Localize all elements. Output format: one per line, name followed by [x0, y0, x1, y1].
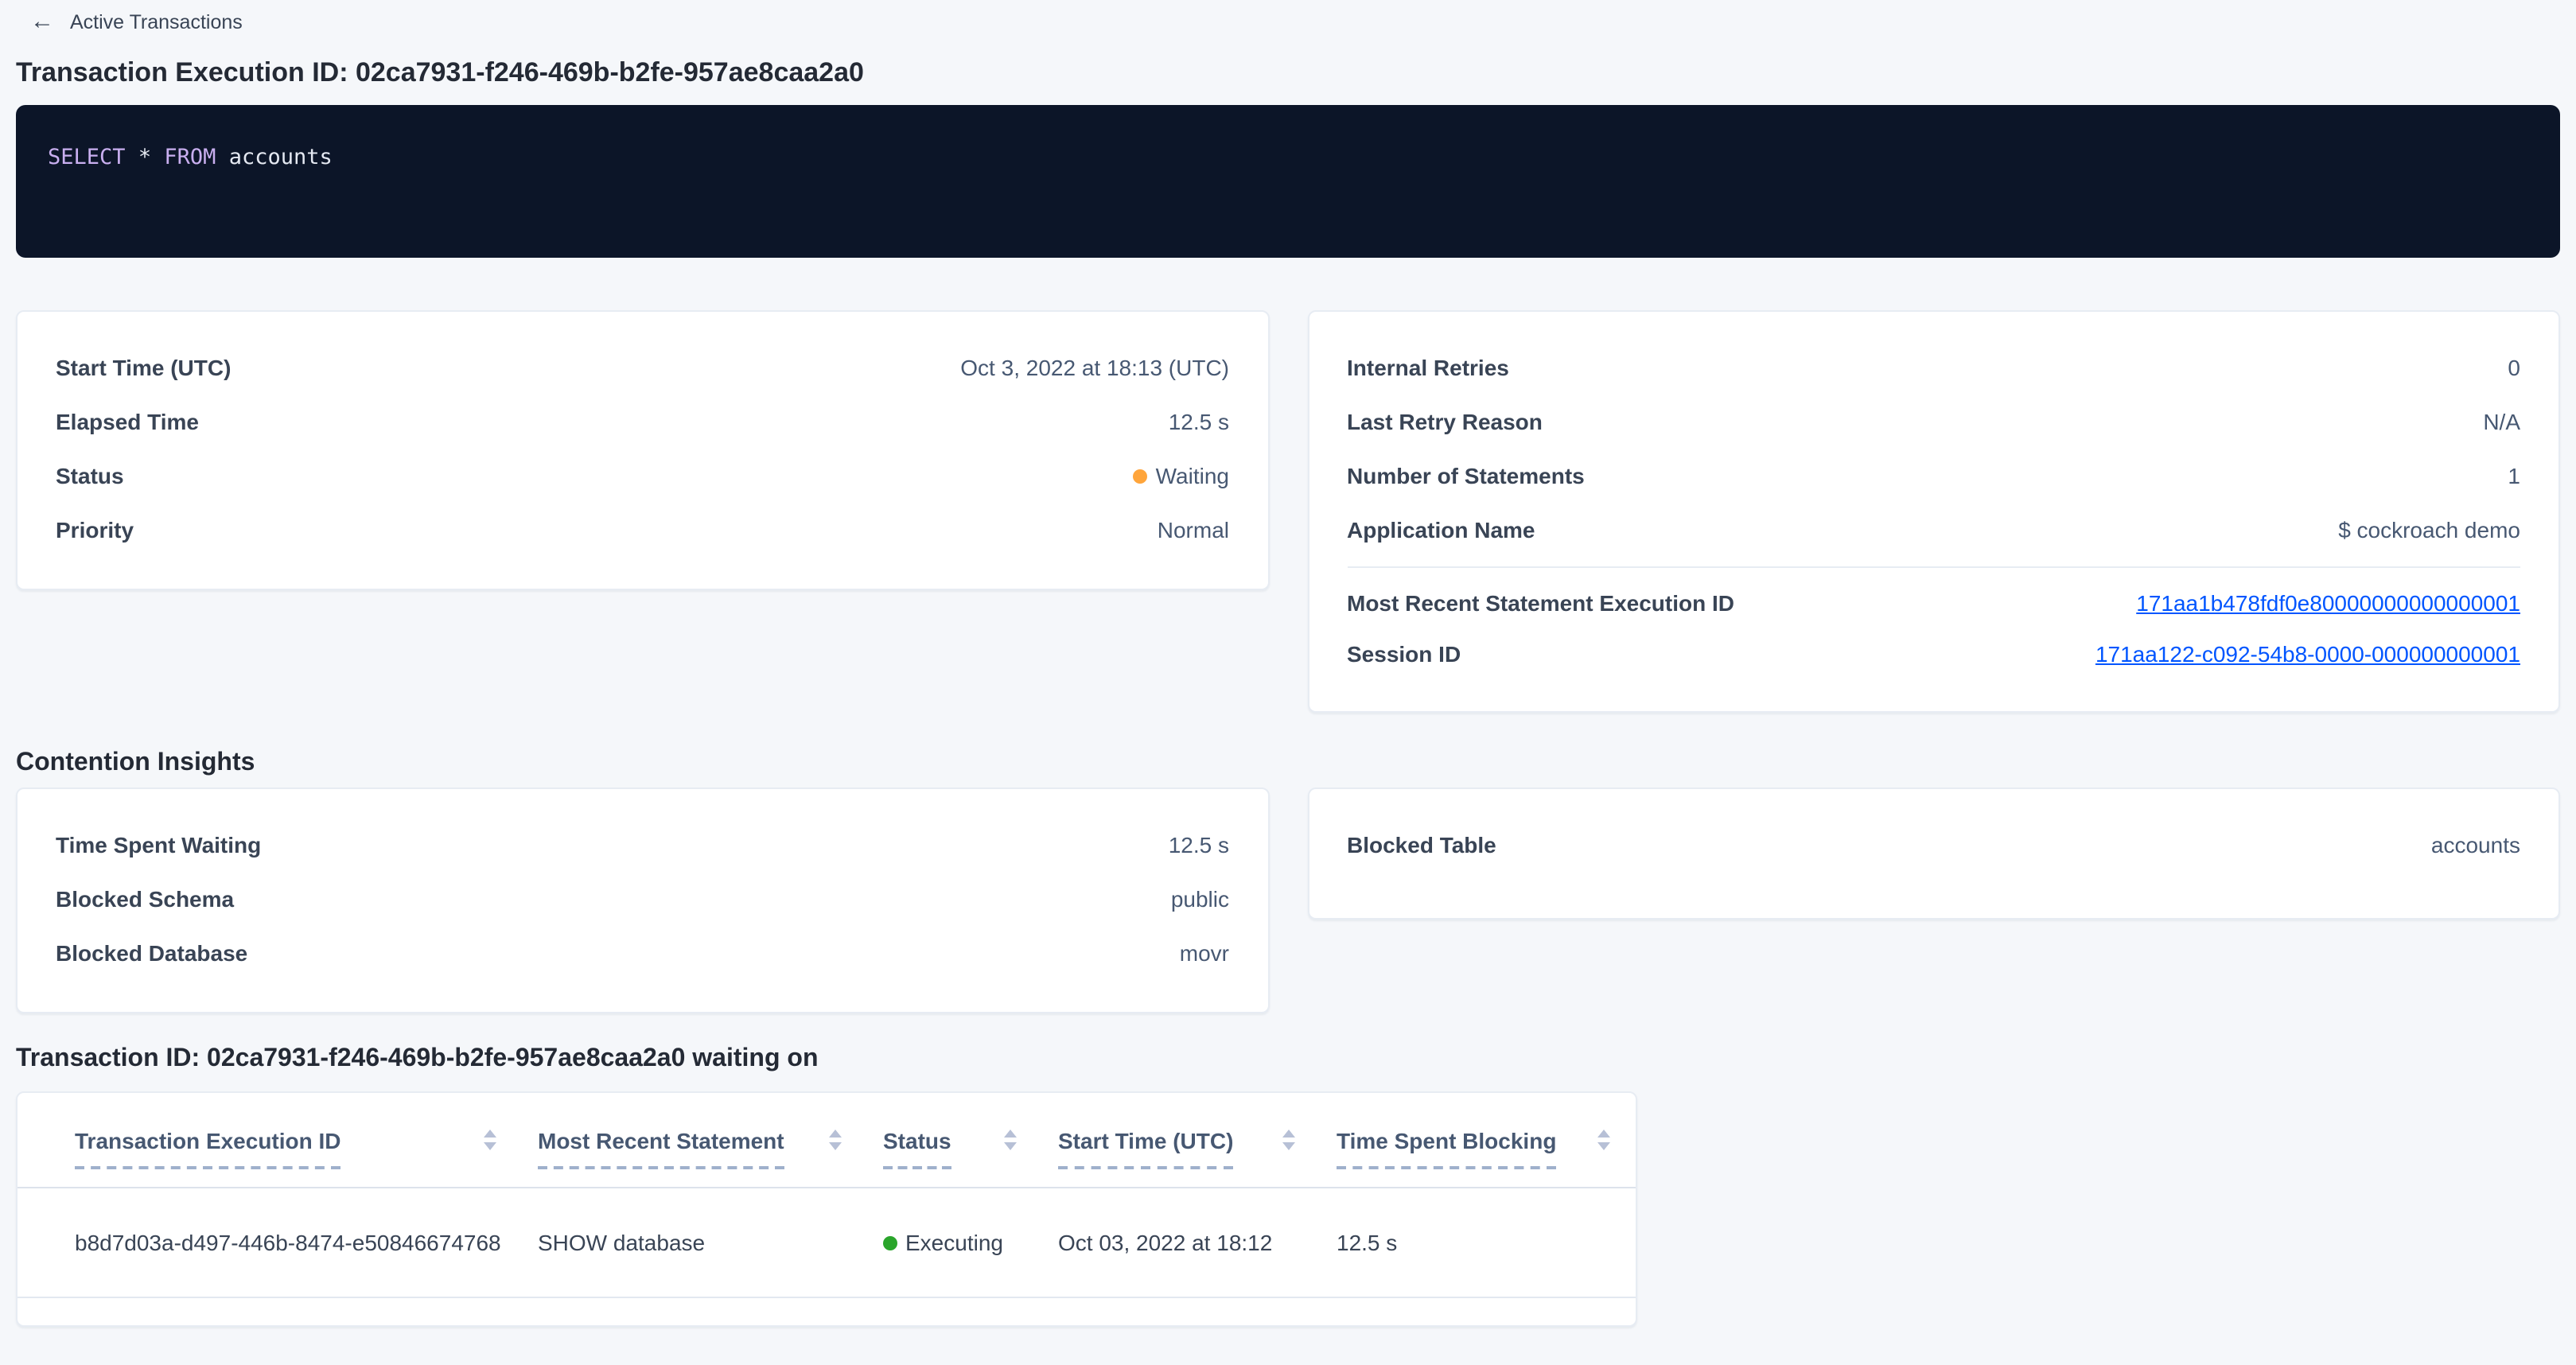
sql-star-operator: *	[138, 145, 151, 170]
card-divider	[1347, 566, 2520, 568]
row-value: 1	[2508, 463, 2520, 488]
sort-up-arrow-icon	[829, 1130, 842, 1138]
sort-icon[interactable]	[1597, 1130, 1610, 1150]
column-header-label: Start Time (UTC)	[1058, 1127, 1233, 1169]
row-value: movr	[1180, 940, 1229, 966]
sort-down-arrow-icon	[1004, 1142, 1017, 1150]
cell-status: Executing	[883, 1230, 1058, 1255]
sql-table-name: accounts	[229, 145, 333, 170]
summary-row-time-spent-waiting: Time Spent Waiting 12.5 s	[56, 818, 1229, 872]
row-value: $ cockroach demo	[2338, 517, 2520, 542]
row-label: Number of Statements	[1347, 463, 1585, 488]
row-label: Blocked Table	[1347, 832, 1496, 858]
column-header-transaction-execution-id[interactable]: Transaction Execution ID	[75, 1093, 538, 1187]
summary-row-last-retry-reason: Last Retry Reason N/A	[1347, 395, 2520, 449]
sort-down-arrow-icon	[829, 1142, 842, 1150]
row-value: Normal	[1158, 517, 1229, 542]
waiting-on-table: Transaction Execution ID Most Recent Sta…	[16, 1091, 1637, 1327]
summary-row-priority: Priority Normal	[56, 503, 1229, 557]
summary-row-blocked-table: Blocked Table accounts	[1347, 818, 2520, 872]
sort-up-arrow-icon	[484, 1130, 496, 1138]
sort-icon[interactable]	[1282, 1130, 1295, 1150]
contention-insights-heading: Contention Insights	[16, 746, 2560, 781]
status-text: Waiting	[1156, 463, 1229, 488]
sql-statement-text: SELECT * FROM accounts	[48, 145, 333, 170]
row-value: Waiting	[1134, 463, 1229, 488]
contention-cards-row: Time Spent Waiting 12.5 s Blocked Schema…	[16, 788, 2560, 1013]
sql-keyword-select: SELECT	[48, 145, 126, 170]
summary-row-blocked-schema: Blocked Schema public	[56, 872, 1229, 926]
sort-up-arrow-icon	[1004, 1130, 1017, 1138]
sort-down-arrow-icon	[1597, 1142, 1610, 1150]
column-header-most-recent-statement[interactable]: Most Recent Statement	[538, 1093, 883, 1187]
row-value: accounts	[2431, 832, 2520, 858]
summary-row-status: Status Waiting	[56, 449, 1229, 503]
overview-cards-row: Start Time (UTC) Oct 3, 2022 at 18:13 (U…	[16, 310, 2560, 713]
row-label: Blocked Database	[56, 940, 247, 966]
sql-keyword-from: FROM	[164, 145, 216, 170]
sort-up-arrow-icon	[1597, 1130, 1610, 1138]
summary-row-statement-execution-id: Most Recent Statement Execution ID 171aa…	[1347, 578, 2520, 628]
row-label: Elapsed Time	[56, 409, 199, 434]
row-label: Status	[56, 463, 124, 488]
row-label: Internal Retries	[1347, 355, 1509, 380]
cell-start-time: Oct 03, 2022 at 18:12	[1058, 1230, 1337, 1255]
row-label: Time Spent Waiting	[56, 832, 261, 858]
row-label: Session ID	[1347, 641, 1461, 667]
row-value: 12.5 s	[1169, 832, 1229, 858]
contention-left-card: Time Spent Waiting 12.5 s Blocked Schema…	[16, 788, 1269, 1013]
waiting-status-dot	[1134, 469, 1148, 484]
page-title: Transaction Execution ID: 02ca7931-f246-…	[16, 54, 2560, 92]
sort-icon[interactable]	[1004, 1130, 1017, 1150]
summary-row-number-of-statements: Number of Statements 1	[1347, 449, 2520, 503]
row-label: Application Name	[1347, 517, 1535, 542]
back-link-active-transactions[interactable]: ← Active Transactions	[30, 10, 243, 33]
column-header-label: Status	[883, 1127, 951, 1169]
contention-right-card: Blocked Table accounts	[1307, 788, 2560, 920]
table-row: b8d7d03a-d497-446b-8474-e50846674768 SHO…	[18, 1188, 1636, 1298]
transaction-details-page: ← Active Transactions Transaction Execut…	[0, 0, 2576, 1365]
summary-row-start-time: Start Time (UTC) Oct 3, 2022 at 18:13 (U…	[56, 340, 1229, 395]
summary-row-elapsed-time: Elapsed Time 12.5 s	[56, 395, 1229, 449]
row-label: Most Recent Statement Execution ID	[1347, 590, 1734, 616]
arrow-left-icon: ←	[30, 10, 54, 33]
status-text: Executing	[905, 1230, 1003, 1255]
cell-most-recent-statement: SHOW database	[538, 1230, 883, 1255]
row-label: Blocked Schema	[56, 886, 234, 912]
cell-time-spent-blocking: 12.5 s	[1337, 1230, 1620, 1255]
summary-row-internal-retries: Internal Retries 0	[1347, 340, 2520, 395]
row-value: N/A	[2483, 409, 2520, 434]
sort-icon[interactable]	[829, 1130, 842, 1150]
overview-left-card: Start Time (UTC) Oct 3, 2022 at 18:13 (U…	[16, 310, 1269, 590]
summary-row-application-name: Application Name $ cockroach demo	[1347, 503, 2520, 557]
session-id-link[interactable]: 171aa122-c092-54b8-0000-000000000001	[2095, 641, 2520, 667]
column-header-label: Transaction Execution ID	[75, 1127, 341, 1169]
cell-transaction-execution-id: b8d7d03a-d497-446b-8474-e50846674768	[75, 1230, 538, 1255]
waiting-on-heading: Transaction ID: 02ca7931-f246-469b-b2fe-…	[16, 1042, 2560, 1077]
column-header-start-time[interactable]: Start Time (UTC)	[1058, 1093, 1337, 1187]
row-value: 0	[2508, 355, 2520, 380]
back-link-label: Active Transactions	[70, 10, 243, 33]
sort-icon[interactable]	[484, 1130, 496, 1150]
table-header-row: Transaction Execution ID Most Recent Sta…	[18, 1093, 1636, 1188]
column-header-time-spent-blocking[interactable]: Time Spent Blocking	[1337, 1093, 1620, 1187]
row-value: Oct 3, 2022 at 18:13 (UTC)	[960, 355, 1229, 380]
sort-down-arrow-icon	[1282, 1142, 1295, 1150]
column-header-label: Time Spent Blocking	[1337, 1127, 1556, 1169]
row-value: 12.5 s	[1169, 409, 1229, 434]
sort-up-arrow-icon	[1282, 1130, 1295, 1138]
row-label: Start Time (UTC)	[56, 355, 231, 380]
statement-execution-id-link[interactable]: 171aa1b478fdf0e80000000000000001	[2136, 590, 2520, 616]
summary-row-session-id: Session ID 171aa122-c092-54b8-0000-00000…	[1347, 628, 2520, 679]
row-label: Priority	[56, 517, 134, 542]
row-value: public	[1171, 886, 1229, 912]
column-header-label: Most Recent Statement	[538, 1127, 784, 1169]
sql-statement-box: SELECT * FROM accounts	[16, 105, 2560, 258]
sort-down-arrow-icon	[484, 1142, 496, 1150]
summary-row-blocked-database: Blocked Database movr	[56, 926, 1229, 980]
overview-right-card: Internal Retries 0 Last Retry Reason N/A…	[1307, 310, 2560, 713]
row-label: Last Retry Reason	[1347, 409, 1543, 434]
column-header-status[interactable]: Status	[883, 1093, 1058, 1187]
executing-status-dot	[883, 1235, 897, 1250]
